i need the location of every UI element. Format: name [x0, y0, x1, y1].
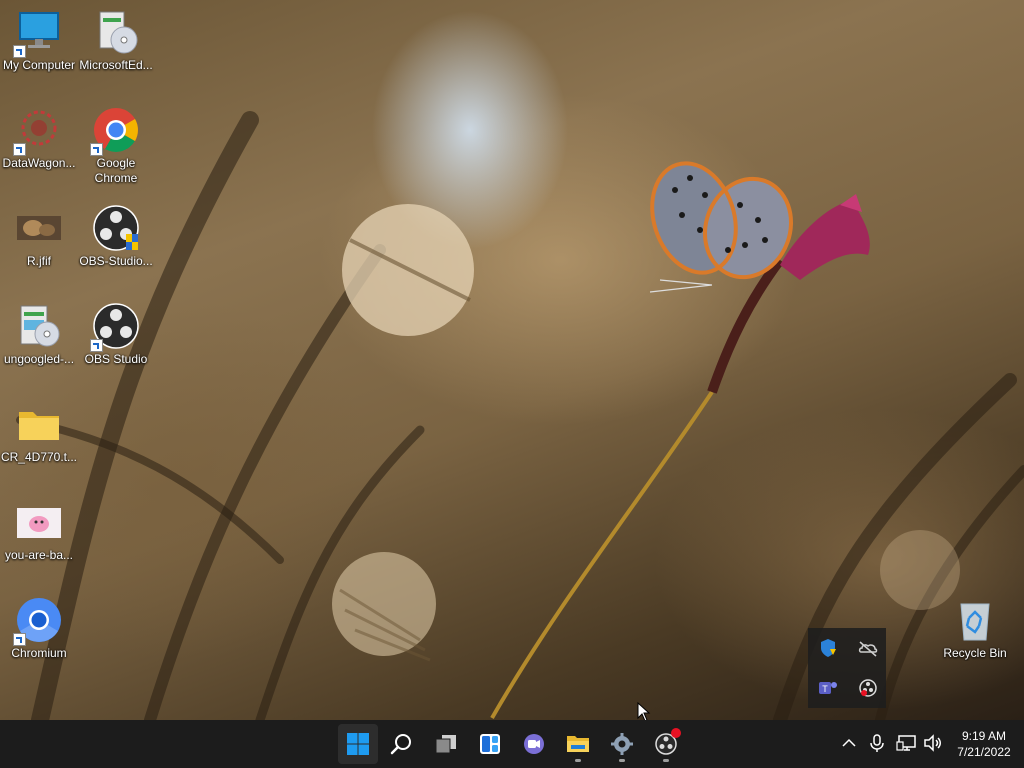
chat-button[interactable]: [514, 724, 554, 764]
shortcut-arrow-icon: [90, 339, 103, 352]
settings-icon: [611, 733, 633, 755]
teams-icon[interactable]: T: [816, 676, 840, 700]
desktop-icon-cr-folder[interactable]: CR_4D770.t...: [0, 400, 78, 465]
chrome-icon: [90, 106, 140, 156]
chat-icon: [524, 734, 544, 754]
folder-icon: [15, 400, 63, 448]
recycle-bin-icon: [951, 596, 999, 644]
desktop-icon-my-computer[interactable]: My Computer: [0, 8, 78, 73]
widgets-button[interactable]: [470, 724, 510, 764]
desktop-icon-google-chrome[interactable]: Google Chrome: [77, 106, 155, 186]
task-view-button[interactable]: [426, 724, 466, 764]
desktop-icon-datawagon[interactable]: DataWagon...: [0, 106, 78, 171]
monitor-icon: [13, 8, 63, 58]
start-icon: [347, 733, 369, 755]
file-explorer-icon: [567, 736, 589, 752]
svg-text:T: T: [822, 684, 828, 694]
image-file-icon: [15, 498, 63, 546]
running-indicator: [619, 759, 625, 762]
desktop-icon-you-are-ba[interactable]: you-are-ba...: [0, 498, 78, 563]
shortcut-arrow-icon: [13, 633, 26, 646]
shortcut-arrow-icon: [13, 143, 26, 156]
obs-tray-icon[interactable]: [856, 676, 880, 700]
obs-taskbar-button[interactable]: [646, 724, 686, 764]
volume-button[interactable]: [922, 732, 944, 754]
microphone-icon: [870, 734, 884, 752]
obs-icon: [90, 302, 140, 352]
onedrive-offline-icon[interactable]: [856, 636, 880, 660]
network-button[interactable]: [896, 732, 918, 754]
start-button[interactable]: [338, 724, 378, 764]
desktop-icon-recycle-bin[interactable]: Recycle Bin: [936, 596, 1014, 661]
desktop-icon-chromium[interactable]: Chromium: [0, 596, 78, 661]
tray-overflow-popup: T: [808, 628, 886, 708]
desktop-icon-r-jfif[interactable]: R.jfif: [0, 204, 78, 269]
desktop-icon-obs-studio[interactable]: OBS Studio: [77, 302, 155, 367]
shortcut-arrow-icon: [13, 45, 26, 58]
image-file-icon: [15, 204, 63, 252]
file-explorer-button[interactable]: [558, 724, 598, 764]
installer-icon: [15, 302, 63, 350]
desktop-icon-obs-studio-installer[interactable]: OBS-Studio...: [77, 204, 155, 269]
network-icon: [896, 735, 916, 751]
installer-icon: [92, 8, 140, 56]
show-hidden-icons-button[interactable]: [838, 732, 860, 754]
desktop-icon-microsoft-edge-installer[interactable]: MicrosoftEd...: [77, 8, 155, 73]
microphone-button[interactable]: [866, 732, 888, 754]
settings-button[interactable]: [602, 724, 642, 764]
running-indicator: [575, 759, 581, 762]
windows-security-warning-icon[interactable]: [816, 636, 840, 660]
chromium-icon: [13, 596, 63, 646]
clock-time: 9:19 AM: [961, 729, 1007, 743]
taskbar: 9:19 AM 7/21/2022: [0, 720, 1024, 768]
datawagon-icon: [13, 106, 63, 156]
desktop-icon-ungoogled-chromium-installer[interactable]: ungoogled-...: [0, 302, 78, 367]
clock-button[interactable]: 9:19 AM 7/21/2022: [948, 728, 1020, 760]
chevron-up-icon: [842, 738, 856, 747]
shortcut-arrow-icon: [90, 143, 103, 156]
notification-badge-icon: [671, 728, 681, 738]
running-indicator: [663, 759, 669, 762]
obs-installer-icon: [92, 204, 140, 252]
clock-date: 7/21/2022: [957, 745, 1011, 759]
task-view-icon: [435, 735, 456, 754]
search-button[interactable]: [382, 724, 422, 764]
widgets-icon: [480, 734, 500, 754]
speaker-icon: [924, 734, 941, 752]
search-icon: [390, 734, 411, 755]
